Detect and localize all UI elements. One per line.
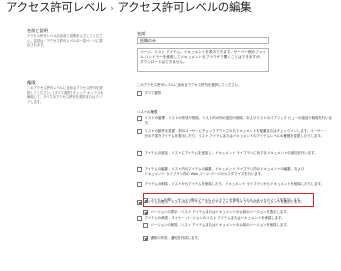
- permission-checkbox[interactable]: [137, 116, 142, 121]
- permission-row: バージョンの表示 - リスト アイテムまたはドキュメントの以前のバージョンを表示…: [143, 210, 331, 215]
- permission-label: アイテムの追加 - リストにアイテムを追加し、ドキュメント ライブラリに対するド…: [144, 151, 318, 155]
- page-title: アクセス許可レベル › アクセス許可レベルの編集: [6, 0, 252, 17]
- permission-row: 通知の作成 - 通知を作成します。: [143, 236, 331, 241]
- permission-row: リストの動作を変更 - 別のユーザーにチェックアウトされたドキュメントを破棄また…: [137, 129, 335, 138]
- breadcrumb-current: アクセス許可レベルの編集: [117, 0, 252, 14]
- permission-label: アイテムの編集 - リスト内のアイテムの編集、ドキュメント ライブラリ内のドキュ…: [144, 167, 305, 176]
- permission-label: 通知の作成 - 通知を作成します。: [150, 236, 202, 240]
- permission-checkbox[interactable]: [143, 236, 148, 241]
- permission-label: リストの動作を変更 - 別のユーザーにチェックアウトされたドキュメントを破棄また…: [144, 129, 328, 138]
- permission-checkbox[interactable]: [143, 223, 148, 228]
- permission-label: アイテムの承認 - マイナー バージョンのリスト アイテムまたはドキュメントを承…: [144, 216, 285, 220]
- permissions-intro: このアクセス許可レベルに含めるアクセス許可を選択してください。: [137, 83, 242, 87]
- description-textarea[interactable]: ページ、リスト アイテム、ドキュメントを表示できます。サーバー側のファイル ハン…: [137, 48, 269, 72]
- permission-row: アイテムの削除 - リストからアイテムを削除したり、ドキュメント ライブラリから…: [137, 182, 335, 187]
- permissions-section-description: このアクセス許可レベルに含めるアクセス許可を選択してください。[すべて選択] チ…: [27, 86, 104, 104]
- select-all-checkbox[interactable]: [137, 91, 142, 96]
- permission-checkbox[interactable]: [137, 151, 142, 156]
- permission-row: リストの管理 - リストの作成や削除、リスト内の列の追加や削除、およびリストのパ…: [137, 116, 335, 125]
- permission-row: バージョンの削除 - リスト アイテムまたはドキュメントの以前のバージョンを削除…: [143, 223, 331, 228]
- permission-label: リストの管理 - リストの作成や削除、リスト内の列の追加や削除、およびリストのパ…: [144, 116, 333, 125]
- permission-checkbox[interactable]: [137, 200, 142, 205]
- permission-label: バージョンの削除 - リスト アイテムまたはドキュメントの以前のバージョンを削除…: [150, 223, 290, 227]
- permission-row: アイテムの編集 - リスト内のアイテムの編集、ドキュメント ライブラリ内のドキュ…: [137, 167, 335, 176]
- permission-checkbox[interactable]: [143, 210, 148, 215]
- list-permissions-header: リストの権限: [137, 110, 158, 114]
- highlight-box: [143, 193, 314, 207]
- permission-label: アイテムの削除 - リストからアイテムを削除したり、ドキュメント ライブラリから…: [144, 182, 325, 186]
- breadcrumb-root-link[interactable]: アクセス許可レベル: [6, 0, 107, 14]
- permission-checkbox[interactable]: [137, 167, 142, 172]
- breadcrumb-separator: ›: [110, 4, 114, 14]
- select-all-label: すべて選択: [144, 91, 162, 95]
- permission-row: アイテムの承認 - マイナー バージョンのリスト アイテムまたはドキュメントを承…: [137, 216, 335, 221]
- permission-checkbox[interactable]: [137, 216, 142, 221]
- name-section-description: アクセス許可レベルの名前と説明を入力してください。名前は、アクセス許可レベルの一…: [27, 34, 103, 48]
- permission-checkbox[interactable]: [137, 129, 142, 134]
- permission-row: アイテムの追加 - リストにアイテムを追加し、ドキュメント ライブラリに対するド…: [137, 151, 335, 156]
- name-input[interactable]: 投稿のみ: [137, 37, 269, 44]
- permission-label: バージョンの表示 - リスト アイテムまたはドキュメントの以前のバージョンを表示…: [150, 210, 290, 214]
- permission-checkbox[interactable]: [137, 182, 142, 187]
